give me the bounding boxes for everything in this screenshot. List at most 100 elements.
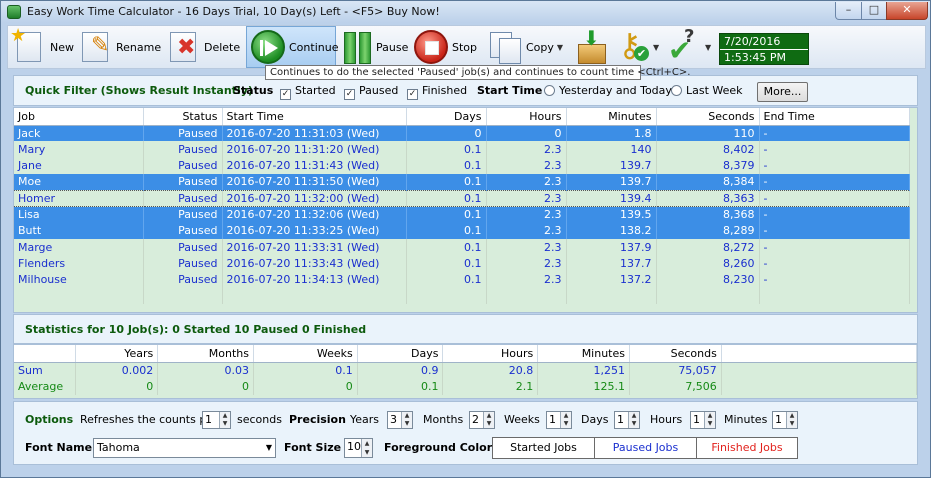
job-cell-status: Paused [143, 255, 223, 272]
job-cell-seconds: 8,379 [656, 157, 760, 174]
close-button[interactable]: ✕ [886, 2, 928, 20]
new-button[interactable]: New [10, 25, 76, 68]
job-row[interactable]: Mary Paused 2016-07-20 11:31:20 (Wed) 0.1 2.… [14, 141, 910, 158]
job-cell-minutes: 137.2 [566, 271, 657, 288]
empty-cell [143, 287, 223, 305]
pause-label: Pause [376, 40, 409, 54]
column-header-seconds[interactable]: Seconds [656, 108, 760, 126]
started-checkbox[interactable]: ✓ Started [280, 84, 336, 100]
job-row[interactable]: Flenders Paused 2016-07-20 11:33:43 (Wed) 0… [14, 255, 910, 272]
stop-label: Stop [452, 40, 478, 54]
job-cell-status: Paused [143, 239, 223, 256]
job-cell-hours: 0 [486, 125, 567, 142]
jobs-grid[interactable]: Job Status Start Time Days Hours Minutes… [13, 107, 918, 313]
update-button[interactable] [574, 26, 612, 68]
stepper-arrows-icon[interactable]: ▲ ▼ [628, 412, 639, 428]
jobs-header-row: Job Status Start Time Days Hours Minutes… [14, 108, 910, 126]
statistics-table: Years Months Weeks Days Hours Minutes Se… [14, 345, 917, 395]
job-row[interactable]: Milhouse Paused 2016-07-20 11:34:13 (Wed) 0… [14, 271, 910, 288]
job-row[interactable]: Jane Paused 2016-07-20 11:31:43 (Wed) 0.1 2.… [14, 157, 910, 174]
column-header-status[interactable]: Status [143, 108, 223, 126]
continue-button[interactable]: Continue [246, 26, 339, 68]
job-cell-job: Moe [14, 173, 144, 191]
stepper-arrows-icon[interactable]: ▲ ▼ [560, 412, 571, 428]
column-header-hours[interactable]: Hours [486, 108, 567, 126]
days-precision-label: Days [581, 413, 609, 426]
column-header-end-time[interactable]: End Time [759, 108, 910, 126]
checkmark-icon: ✓ [407, 89, 418, 100]
pause-button[interactable]: Pause [342, 26, 412, 68]
job-row[interactable]: Homer Paused 2016-07-20 11:32:00 (Wed) 0.1 2… [14, 189, 910, 207]
job-cell-hours: 2.3 [486, 157, 567, 174]
font-size-stepper[interactable]: 10 ▲ ▼ [344, 438, 373, 458]
job-row[interactable]: Marge Paused 2016-07-20 11:33:31 (Wed) 0.1 2… [14, 239, 910, 256]
years-precision-stepper[interactable]: 3 ▲ ▼ [387, 411, 413, 429]
started-jobs-color-button[interactable]: Started Jobs [492, 437, 595, 459]
days-precision-stepper[interactable]: 1 ▲ ▼ [614, 411, 640, 429]
stepper-arrows-icon[interactable]: ▲ ▼ [361, 439, 372, 457]
font-name-select[interactable]: Tahoma ▼ [93, 438, 276, 458]
yesterday-today-radio[interactable]: Yesterday and Today [544, 84, 672, 97]
stepper-arrows-icon[interactable]: ▲ ▼ [786, 412, 797, 428]
column-header-days[interactable]: Days [406, 108, 487, 126]
average-label: Average [14, 378, 77, 395]
continue-label: Continue [289, 40, 339, 54]
stats-header-hours: Hours [442, 345, 539, 363]
finished-checkbox[interactable]: ✓ Finished [407, 84, 467, 100]
stats-header-label [14, 345, 77, 363]
refresh-interval-stepper[interactable]: 1 ▲ ▼ [202, 411, 231, 429]
job-row[interactable]: Moe Paused 2016-07-20 11:31:50 (Wed) 0.1 2.3… [14, 173, 910, 191]
job-cell-days: 0.1 [406, 271, 487, 288]
hours-precision-stepper[interactable]: 1 ▲ ▼ [690, 411, 716, 429]
chevron-down-icon[interactable]: ▼ [266, 439, 272, 457]
stepper-arrows-icon[interactable]: ▲ ▼ [401, 412, 412, 428]
job-cell-end-time: - [759, 173, 910, 191]
column-header-job[interactable]: Job [14, 108, 144, 126]
paused-checkbox[interactable]: ✓ Paused [344, 84, 398, 100]
rename-button[interactable]: Rename [78, 26, 164, 68]
last-week-radio[interactable]: Last Week [671, 84, 743, 97]
job-cell-end-time: - [759, 189, 910, 207]
register-button[interactable]: ▼ [616, 26, 666, 68]
job-cell-minutes: 140 [566, 141, 657, 158]
sum-days: 0.9 [357, 362, 444, 379]
finished-jobs-color-button[interactable]: Finished Jobs [696, 437, 798, 459]
stepper-arrows-icon[interactable]: ▲ ▼ [483, 412, 494, 428]
weeks-precision-label: Weeks [504, 413, 540, 426]
minimize-button[interactable]: – [835, 2, 862, 20]
title-bar[interactable]: Easy Work Time Calculator - 16 Days Tria… [1, 1, 930, 23]
more-filters-button[interactable]: More... [757, 82, 808, 102]
help-button[interactable]: ▼ [668, 26, 718, 68]
checkmark-icon: ✓ [344, 89, 355, 100]
foreground-colors-label: Foreground Colors [384, 441, 499, 454]
paused-jobs-color-button[interactable]: Paused Jobs [594, 437, 697, 459]
copy-button[interactable]: Copy ▼ [488, 26, 570, 68]
stepper-arrows-icon[interactable]: ▲ ▼ [219, 412, 230, 428]
maximize-button[interactable]: □ [861, 2, 887, 20]
stats-header-filler [721, 345, 917, 363]
clock-display: 7/20/2016 1:53:45 PM [719, 33, 809, 65]
stop-button[interactable]: Stop [414, 26, 486, 68]
job-cell-job: Jack [14, 125, 144, 142]
column-header-start-time[interactable]: Start Time [222, 108, 407, 126]
job-row[interactable]: Jack Paused 2016-07-20 11:31:03 (Wed) 0 0 1.8… [14, 125, 910, 142]
job-cell-status: Paused [143, 141, 223, 158]
chevron-down-icon[interactable]: ▼ [653, 43, 659, 52]
job-cell-hours: 2.3 [486, 141, 567, 158]
jobs-table: Job Status Start Time Days Hours Minutes… [14, 108, 910, 305]
column-header-minutes[interactable]: Minutes [566, 108, 657, 126]
delete-button[interactable]: Delete [166, 26, 242, 68]
chevron-down-icon[interactable]: ▼ [557, 43, 563, 52]
start-time-filter-label: Start Time [477, 84, 543, 97]
months-precision-stepper[interactable]: 2 ▲ ▼ [469, 411, 495, 429]
average-months: 0 [157, 378, 255, 395]
average-filler [721, 378, 917, 395]
chevron-down-icon[interactable]: ▼ [705, 43, 711, 52]
years-precision-label: Years [350, 413, 380, 426]
minutes-precision-stepper[interactable]: 1 ▲ ▼ [772, 411, 798, 429]
weeks-precision-stepper[interactable]: 1 ▲ ▼ [546, 411, 572, 429]
job-row[interactable]: Butt Paused 2016-07-20 11:33:25 (Wed) 0.1 2.… [14, 222, 910, 240]
stepper-arrows-icon[interactable]: ▲ ▼ [704, 412, 715, 428]
job-row[interactable]: Lisa Paused 2016-07-20 11:32:06 (Wed) 0.1 2.… [14, 206, 910, 223]
job-cell-minutes: 1.8 [566, 125, 657, 142]
